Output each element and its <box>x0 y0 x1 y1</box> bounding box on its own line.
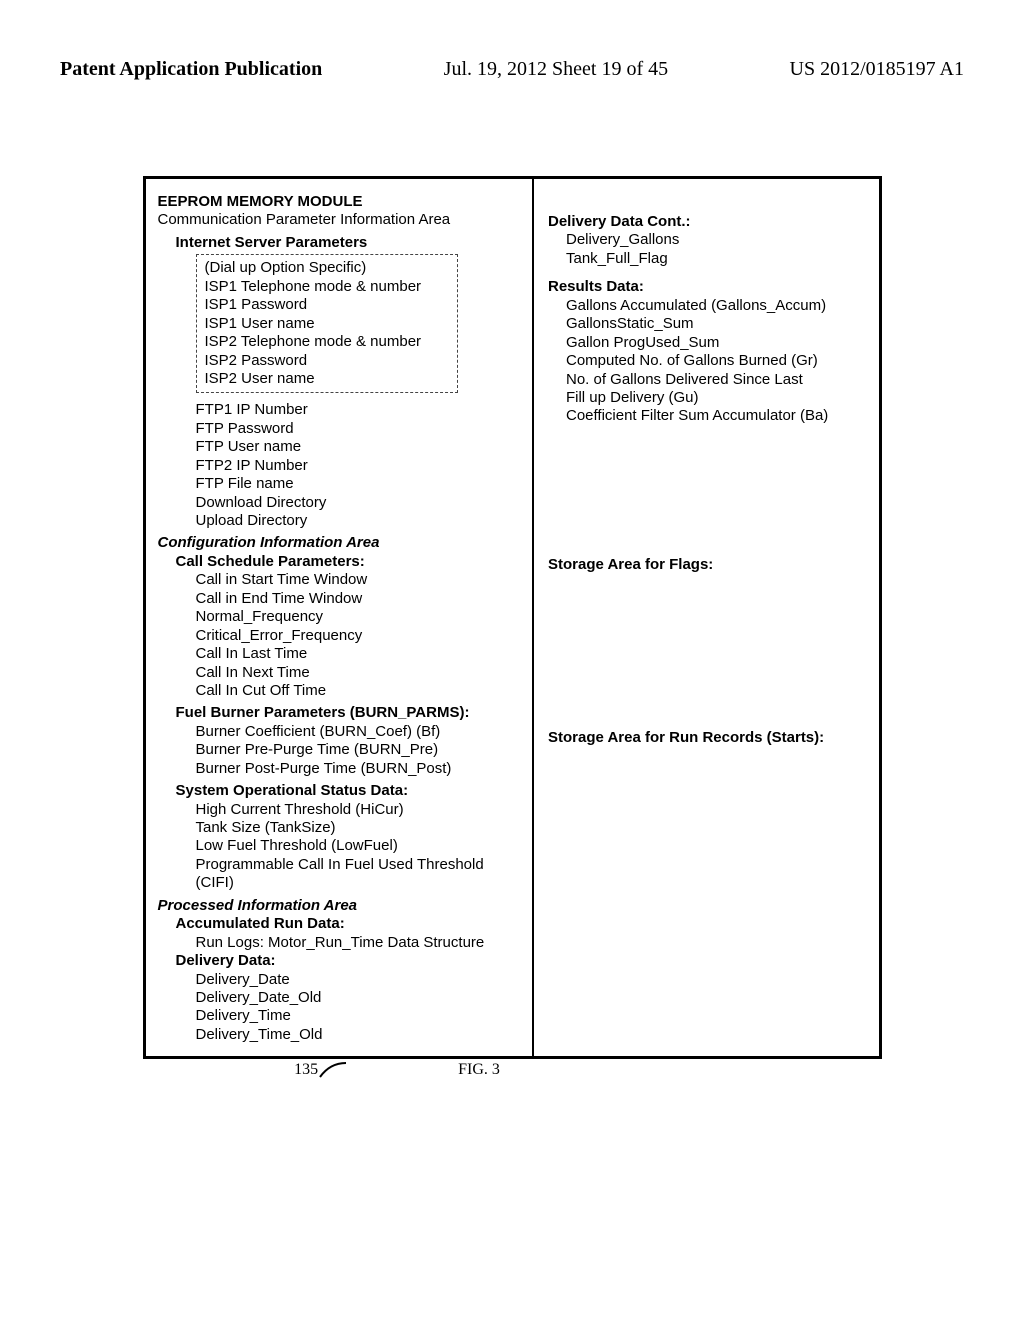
eeprom-module-box: EEPROM MEMORY MODULE Communication Param… <box>143 176 882 1059</box>
res-item: Coefficient Filter Sum Accumulator (Ba) <box>566 407 869 425</box>
call-item: Normal_Frequency <box>196 608 522 626</box>
spacer <box>548 574 869 729</box>
call-sched-heading: Call Schedule Parameters: <box>176 553 522 571</box>
figure-label: FIG. 3 <box>458 1061 500 1079</box>
caption-row: 135 FIG. 3 <box>60 1061 964 1084</box>
spacer <box>548 193 869 213</box>
res-item: Fill up Delivery (Gu) <box>566 389 869 407</box>
burn-item: Burner Coefficient (BURN_Coef) (Bf) <box>196 723 522 741</box>
delivery-items: Delivery_Date Delivery_Date_Old Delivery… <box>196 971 522 1045</box>
spacer <box>548 426 869 556</box>
delivery-heading: Delivery Data: <box>176 952 522 970</box>
config-area-heading: Configuration Information Area <box>158 534 522 552</box>
dialup-item: ISP1 Telephone mode & number <box>205 278 450 296</box>
dc-item: Tank_Full_Flag <box>566 250 869 268</box>
ftp-item: Download Directory <box>196 494 522 512</box>
header-left: Patent Application Publication <box>60 58 322 81</box>
dialup-item: ISP1 User name <box>205 315 450 333</box>
call-item: Call In Cut Off Time <box>196 682 522 700</box>
comm-area-heading: Communication Parameter Information Area <box>158 211 522 229</box>
burn-item: Burner Post-Purge Time (BURN_Post) <box>196 760 522 778</box>
results-data-heading: Results Data: <box>548 278 869 296</box>
header-center: Jul. 19, 2012 Sheet 19 of 45 <box>444 58 668 81</box>
res-item: Gallons Accumulated (Gallons_Accum) <box>566 297 869 315</box>
call-item: Call in Start Time Window <box>196 571 522 589</box>
dc-item: Delivery_Gallons <box>566 231 869 249</box>
isp-heading: Internet Server Parameters <box>176 234 522 252</box>
ftp-group: FTP1 IP Number FTP Password FTP User nam… <box>196 401 522 530</box>
page: Patent Application Publication Jul. 19, … <box>0 0 1024 1320</box>
header-line: Patent Application Publication Jul. 19, … <box>60 58 964 81</box>
dialup-group: (Dial up Option Specific) ISP1 Telephone… <box>196 254 522 393</box>
proc-area-heading: Processed Information Area <box>158 897 522 915</box>
ftp-item: FTP1 IP Number <box>196 401 522 419</box>
burn-parms-heading: Fuel Burner Parameters (BURN_PARMS): <box>176 704 522 722</box>
res-item: GallonsStatic_Sum <box>566 315 869 333</box>
burn-item: Burner Pre-Purge Time (BURN_Pre) <box>196 741 522 759</box>
right-column: Delivery Data Cont.: Delivery_Gallons Ta… <box>534 179 879 1056</box>
ftp-item: FTP2 IP Number <box>196 457 522 475</box>
res-item: Computed No. of Gallons Burned (Gr) <box>566 352 869 370</box>
dialup-item: ISP2 Password <box>205 352 450 370</box>
delivery-item: Delivery_Time <box>196 1007 522 1025</box>
left-column: EEPROM MEMORY MODULE Communication Param… <box>146 179 534 1056</box>
sys-item: Tank Size (TankSize) <box>196 819 522 837</box>
module-title: EEPROM MEMORY MODULE <box>158 193 522 211</box>
delivery-item: Delivery_Date_Old <box>196 989 522 1007</box>
acc-items: Run Logs: Motor_Run_Time Data Structure <box>196 934 522 952</box>
results-items: Gallons Accumulated (Gallons_Accum) Gall… <box>566 297 869 426</box>
storage-run-heading: Storage Area for Run Records (Starts): <box>548 729 869 747</box>
ref-135-group: 135 <box>294 1061 348 1084</box>
header-right: US 2012/0185197 A1 <box>790 58 964 81</box>
acc-run-heading: Accumulated Run Data: <box>176 915 522 933</box>
res-item: No. of Gallons Delivered Since Last <box>566 371 869 389</box>
ftp-item: FTP User name <box>196 438 522 456</box>
sysop-heading: System Operational Status Data: <box>176 782 522 800</box>
ftp-item: Upload Directory <box>196 512 522 530</box>
sys-item: Low Fuel Threshold (LowFuel) <box>196 837 522 855</box>
ftp-item: FTP Password <box>196 420 522 438</box>
delivery-item: Delivery_Time_Old <box>196 1026 522 1044</box>
dialup-item: ISP1 Password <box>205 296 450 314</box>
burn-items: Burner Coefficient (BURN_Coef) (Bf) Burn… <box>196 723 522 778</box>
ref-number: 135 <box>294 1061 318 1079</box>
call-item: Call in End Time Window <box>196 590 522 608</box>
call-items: Call in Start Time Window Call in End Ti… <box>196 571 522 700</box>
res-item: Gallon ProgUsed_Sum <box>566 334 869 352</box>
dialup-box: (Dial up Option Specific) ISP1 Telephone… <box>196 254 459 393</box>
delivery-cont-heading: Delivery Data Cont.: <box>548 213 869 231</box>
call-item: Call In Next Time <box>196 664 522 682</box>
leader-arc-icon <box>318 1061 348 1084</box>
acc-item: Run Logs: Motor_Run_Time Data Structure <box>196 934 522 952</box>
dialup-item: ISP2 User name <box>205 370 450 388</box>
figure-area: EEPROM MEMORY MODULE Communication Param… <box>60 176 964 1059</box>
sys-item: Programmable Call In Fuel Used Threshold… <box>196 856 522 893</box>
call-item: Critical_Error_Frequency <box>196 627 522 645</box>
sysop-items: High Current Threshold (HiCur) Tank Size… <box>196 801 522 893</box>
storage-flags-heading: Storage Area for Flags: <box>548 556 869 574</box>
dialup-item: (Dial up Option Specific) <box>205 259 450 277</box>
delivery-cont-items: Delivery_Gallons Tank_Full_Flag <box>566 231 869 268</box>
sys-item: High Current Threshold (HiCur) <box>196 801 522 819</box>
dialup-item: ISP2 Telephone mode & number <box>205 333 450 351</box>
ftp-item: FTP File name <box>196 475 522 493</box>
delivery-item: Delivery_Date <box>196 971 522 989</box>
call-item: Call In Last Time <box>196 645 522 663</box>
